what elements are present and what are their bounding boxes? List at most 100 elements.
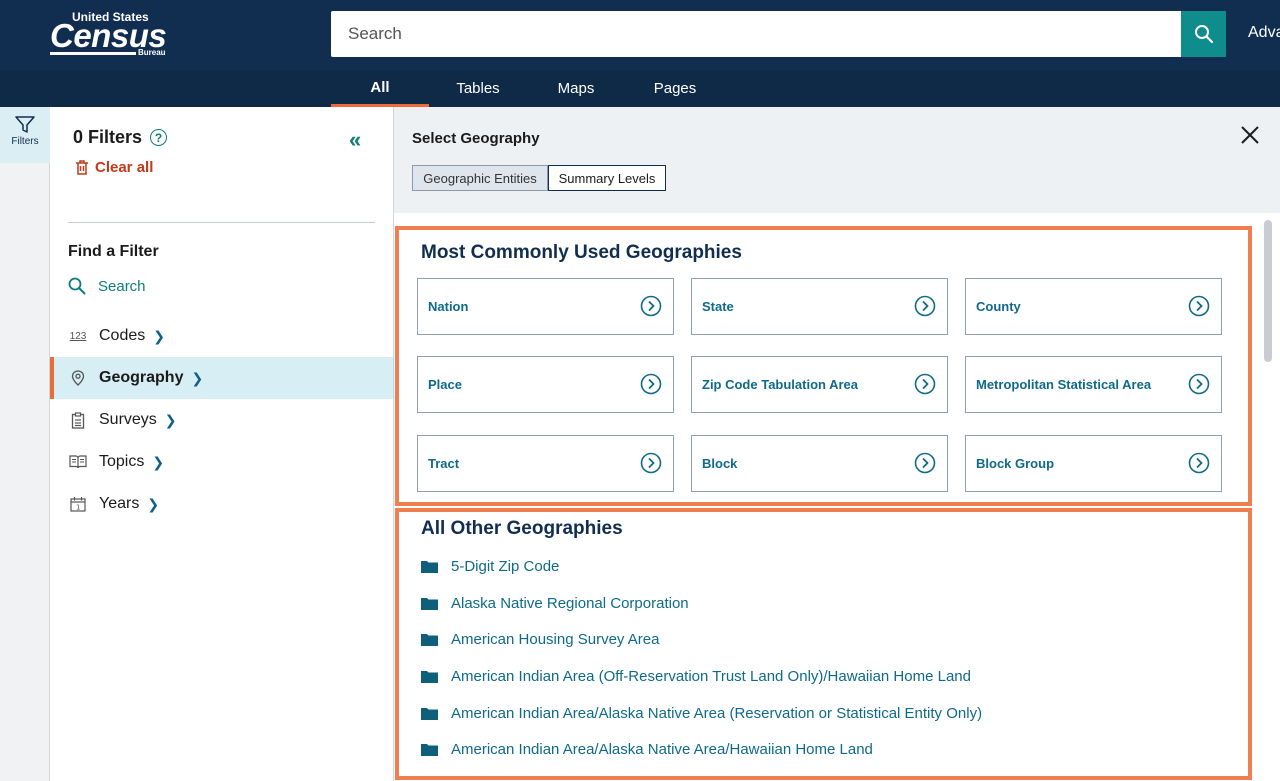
list-item-label: American Indian Area (Off-Reservation Tr… xyxy=(451,668,971,685)
filter-search-button[interactable]: Search xyxy=(68,277,146,295)
svg-text:1: 1 xyxy=(76,504,80,512)
filters-toggle-button[interactable]: Filters xyxy=(0,107,50,163)
collapse-panel-button[interactable]: « xyxy=(349,129,361,151)
tab-maps[interactable]: Maps xyxy=(540,70,612,107)
codes-icon: 123 xyxy=(69,330,87,342)
filter-item-label: Geography xyxy=(99,369,184,386)
filter-item-label: Surveys xyxy=(99,411,157,428)
map-pin-icon xyxy=(68,370,88,386)
list-item-label: American Housing Survey Area xyxy=(451,631,660,648)
list-item[interactable]: American Housing Survey Area xyxy=(421,631,659,648)
other-geographies-title: All Other Geographies xyxy=(421,518,623,539)
chevron-right-icon: ❯ xyxy=(147,495,160,512)
search-box xyxy=(331,11,1181,57)
geography-header: Select Geography Geographic Entities Sum… xyxy=(394,107,1280,213)
geo-card-nation[interactable]: Nation xyxy=(417,278,674,335)
geo-card-label: County xyxy=(976,299,1021,314)
close-button[interactable] xyxy=(1240,125,1260,150)
help-icon[interactable]: ? xyxy=(150,129,168,146)
trash-icon xyxy=(76,160,88,175)
geo-card-label: Metropolitan Statistical Area xyxy=(976,377,1152,392)
geography-panel: Select Geography Geographic Entities Sum… xyxy=(393,107,1280,781)
arrow-circle-icon xyxy=(1188,295,1210,317)
clear-all-button[interactable]: Clear all xyxy=(75,159,153,176)
folder-icon xyxy=(421,598,438,610)
geo-card-place[interactable]: Place xyxy=(417,356,674,413)
geo-card-msa[interactable]: Metropolitan Statistical Area xyxy=(965,356,1222,413)
list-item-label: American Indian Area/Alaska Native Area/… xyxy=(451,741,873,758)
advanced-search-link[interactable]: Adva xyxy=(1248,24,1280,42)
logo-underline xyxy=(50,52,136,55)
geo-card-zcta[interactable]: Zip Code Tabulation Area xyxy=(691,356,948,413)
result-tabs: All Tables Maps Pages xyxy=(0,70,1280,107)
folder-icon xyxy=(421,671,438,683)
filter-search-label: Search xyxy=(98,277,146,295)
geo-card-label: Place xyxy=(428,377,462,392)
list-item[interactable]: American Indian Area (Off-Reservation Tr… xyxy=(421,668,971,685)
find-filter-heading: Find a Filter xyxy=(68,243,159,260)
geo-card-block-group[interactable]: Block Group xyxy=(965,435,1222,492)
geo-card-state[interactable]: State xyxy=(691,278,948,335)
filter-icon xyxy=(15,116,35,133)
arrow-circle-icon xyxy=(640,452,662,474)
chevron-right-icon: ❯ xyxy=(191,369,204,386)
filters-label: Filters xyxy=(11,136,39,147)
geo-card-label: Nation xyxy=(428,299,469,314)
geo-card-county[interactable]: County xyxy=(965,278,1222,335)
filter-item-years[interactable]: 1 Years ❯ xyxy=(50,483,393,525)
geo-card-block[interactable]: Block xyxy=(691,435,948,492)
search-icon xyxy=(1194,25,1213,44)
geo-card-tract[interactable]: Tract xyxy=(417,435,674,492)
top-header: United States Census Bureau Adva xyxy=(0,0,1280,70)
arrow-circle-icon xyxy=(1188,373,1210,395)
tab-tables[interactable]: Tables xyxy=(440,70,516,107)
clear-all-label: Clear all xyxy=(95,159,154,176)
chevron-right-icon: ❯ xyxy=(152,453,165,470)
folder-icon xyxy=(421,744,438,756)
calendar-icon: 1 xyxy=(68,496,88,512)
search-button[interactable] xyxy=(1181,11,1226,57)
geo-card-label: Block Group xyxy=(976,456,1055,471)
list-item[interactable]: American Indian Area/Alaska Native Area/… xyxy=(421,741,873,758)
logo-line3: Bureau xyxy=(138,48,166,57)
geo-card-label: Tract xyxy=(428,456,460,471)
left-rail: Filters xyxy=(0,107,50,781)
scrollbar-thumb[interactable] xyxy=(1264,220,1272,362)
clipboard-icon xyxy=(68,411,88,429)
book-icon xyxy=(68,455,88,469)
filter-item-surveys[interactable]: Surveys ❯ xyxy=(50,399,393,441)
arrow-circle-icon xyxy=(914,373,936,395)
filters-count: 0 Filters xyxy=(73,127,143,147)
filter-item-label: Topics xyxy=(99,453,145,470)
filter-item-geography[interactable]: Geography ❯ xyxy=(50,357,393,399)
search-icon xyxy=(68,277,86,295)
segment-geographic-entities[interactable]: Geographic Entities xyxy=(412,165,548,191)
arrow-circle-icon xyxy=(914,295,936,317)
segment-summary-levels[interactable]: Summary Levels xyxy=(548,165,666,191)
arrow-circle-icon xyxy=(1188,452,1210,474)
list-item[interactable]: Alaska Native Regional Corporation xyxy=(421,595,689,612)
tab-all[interactable]: All xyxy=(331,70,429,107)
arrow-circle-icon xyxy=(640,295,662,317)
chevron-right-icon: ❯ xyxy=(153,327,165,344)
folder-icon xyxy=(421,708,438,720)
folder-icon xyxy=(421,561,438,573)
census-logo[interactable]: United States Census Bureau xyxy=(50,10,167,60)
geo-card-label: Zip Code Tabulation Area xyxy=(702,377,859,392)
list-item[interactable]: American Indian Area/Alaska Native Area … xyxy=(421,705,982,722)
search-input[interactable] xyxy=(331,11,1181,57)
tab-pages[interactable]: Pages xyxy=(638,70,712,107)
common-geographies-section: Most Commonly Used Geographies Nation St… xyxy=(395,226,1252,506)
arrow-circle-icon xyxy=(640,373,662,395)
filter-panel: 0 Filters ? Clear all « Find a Filter Se… xyxy=(50,107,393,781)
filter-item-topics[interactable]: Topics ❯ xyxy=(50,441,393,483)
geo-card-label: Block xyxy=(702,456,738,471)
list-item[interactable]: 5-Digit Zip Code xyxy=(421,558,559,575)
filter-item-codes[interactable]: 123 Codes ❯ xyxy=(50,315,393,357)
common-geographies-title: Most Commonly Used Geographies xyxy=(421,242,742,263)
filter-item-label: Years xyxy=(99,495,140,512)
arrow-circle-icon xyxy=(914,452,936,474)
filter-item-label: Codes xyxy=(99,327,146,344)
list-item-label: American Indian Area/Alaska Native Area … xyxy=(451,705,983,722)
other-geographies-section: All Other Geographies 5-Digit Zip Code A… xyxy=(395,508,1252,780)
